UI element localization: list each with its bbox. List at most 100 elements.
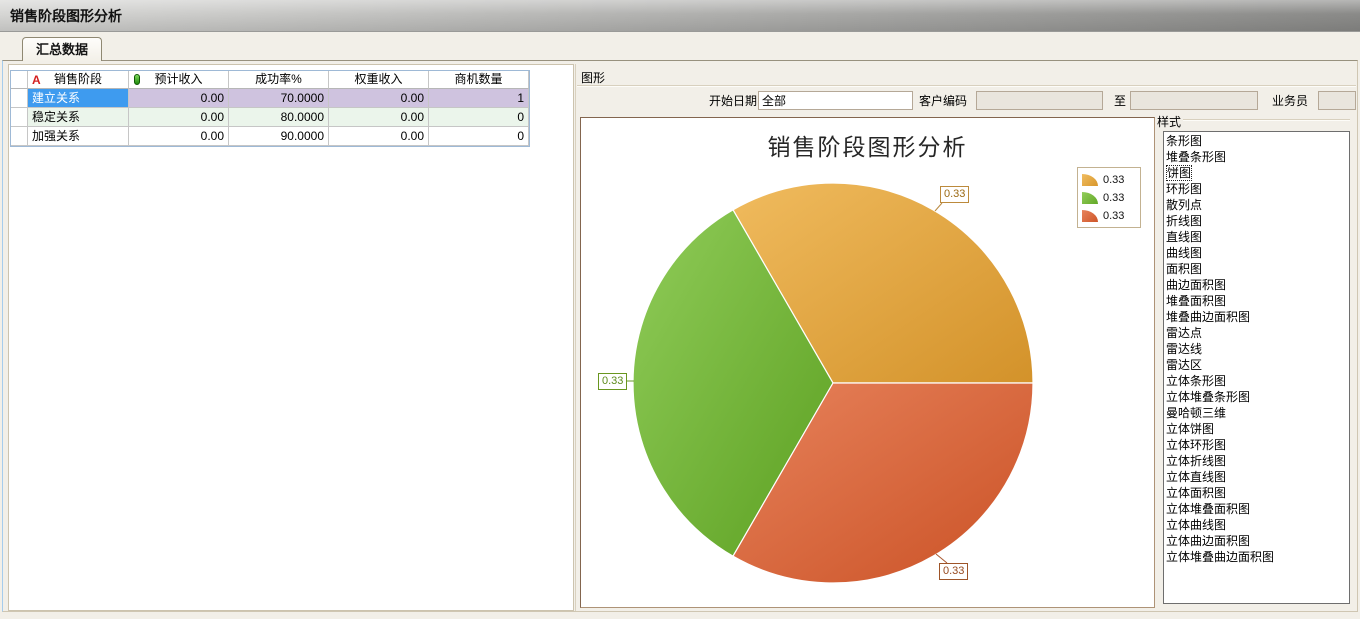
col-header-label: 销售阶段	[54, 72, 102, 86]
style-caption-divider	[1183, 119, 1350, 121]
style-item[interactable]: 立体条形图	[1164, 373, 1349, 389]
style-item[interactable]: 立体面积图	[1164, 485, 1349, 501]
salesperson-label: 业务员	[1272, 92, 1308, 110]
tab-label: 汇总数据	[36, 42, 88, 57]
legend-swatch-red-icon	[1082, 210, 1098, 222]
style-item[interactable]: 堆叠曲边面积图	[1164, 309, 1349, 325]
col-header-stage[interactable]: A 销售阶段	[28, 71, 129, 89]
label-connector	[936, 554, 947, 563]
style-item[interactable]: 堆叠条形图	[1164, 149, 1349, 165]
label-connector	[935, 203, 942, 211]
style-item-selected[interactable]: 饼图	[1164, 165, 1349, 181]
row-indicator[interactable]	[11, 127, 28, 146]
table-row[interactable]: 加强关系 0.00 90.0000 0.00 0	[11, 127, 529, 146]
cell-stage[interactable]: 加强关系	[28, 127, 129, 146]
legend-swatch-green-icon	[1082, 192, 1098, 204]
style-item[interactable]: 曼哈顿三维	[1164, 405, 1349, 421]
chart-style-listbox[interactable]: 条形图 堆叠条形图 饼图 环形图 散列点 折线图 直线图 曲线图 面积图 曲边面…	[1163, 131, 1350, 604]
cell-weighted-income[interactable]: 0.00	[329, 89, 429, 108]
style-item[interactable]: 立体环形图	[1164, 437, 1349, 453]
col-header-expected-income[interactable]: 预计收入	[129, 71, 229, 89]
col-header-label: 成功率%	[255, 72, 302, 86]
slice-value-label: 0.33	[940, 186, 969, 203]
window-title-bar: 销售阶段图形分析	[0, 0, 1360, 32]
cell-opportunity-count[interactable]: 1	[429, 89, 529, 108]
salesperson-input[interactable]	[1318, 91, 1356, 110]
cell-stage[interactable]: 稳定关系	[28, 108, 129, 127]
cell-expected-income[interactable]: 0.00	[129, 89, 229, 108]
style-item[interactable]: 条形图	[1164, 133, 1349, 149]
style-item[interactable]: 立体饼图	[1164, 421, 1349, 437]
cell-opportunity-count[interactable]: 0	[429, 108, 529, 127]
slice-value-label: 0.33	[598, 373, 627, 390]
sort-a-icon: A	[32, 72, 41, 89]
style-item[interactable]: 环形图	[1164, 181, 1349, 197]
graph-caption-divider	[577, 85, 1356, 87]
cell-weighted-income[interactable]: 0.00	[329, 127, 429, 146]
green-cylinder-icon	[134, 74, 140, 85]
cell-stage[interactable]: 建立关系	[28, 89, 129, 108]
legend-item: 0.33	[1082, 171, 1136, 189]
customer-code-input[interactable]	[976, 91, 1103, 110]
style-item[interactable]: 面积图	[1164, 261, 1349, 277]
style-item[interactable]: 雷达区	[1164, 357, 1349, 373]
row-indicator[interactable]	[11, 108, 28, 127]
style-item[interactable]: 立体堆叠面积图	[1164, 501, 1349, 517]
style-item[interactable]: 雷达线	[1164, 341, 1349, 357]
graph-panel-caption: 图形	[581, 69, 605, 86]
style-panel-caption: 样式	[1157, 113, 1181, 130]
style-item[interactable]: 立体堆叠曲边面积图	[1164, 549, 1349, 565]
col-header-label: 商机数量	[454, 72, 502, 86]
to-input[interactable]	[1130, 91, 1258, 110]
row-indicator-header	[11, 71, 28, 89]
cell-success-rate[interactable]: 90.0000	[229, 127, 329, 146]
style-item[interactable]: 曲线图	[1164, 245, 1349, 261]
style-item-label: 饼图	[1166, 165, 1192, 181]
style-item[interactable]: 雷达点	[1164, 325, 1349, 341]
col-header-success-rate[interactable]: 成功率%	[229, 71, 329, 89]
cell-success-rate[interactable]: 80.0000	[229, 108, 329, 127]
cell-success-rate[interactable]: 70.0000	[229, 89, 329, 108]
sales-stage-table: A 销售阶段 预计收入 成功率% 权重收入 商机数量 建立关系 0.00 70.…	[10, 70, 530, 147]
table-row[interactable]: 建立关系 0.00 70.0000 0.00 1	[11, 89, 529, 108]
legend-item: 0.33	[1082, 207, 1136, 225]
style-item[interactable]: 直线图	[1164, 229, 1349, 245]
slice-value-label: 0.33	[939, 563, 968, 580]
legend-label: 0.33	[1103, 210, 1124, 222]
style-item[interactable]: 曲边面积图	[1164, 277, 1349, 293]
col-header-label: 预计收入	[154, 72, 202, 86]
style-item[interactable]: 堆叠面积图	[1164, 293, 1349, 309]
table-row[interactable]: 稳定关系 0.00 80.0000 0.00 0	[11, 108, 529, 127]
chart-legend: 0.33 0.33 0.33	[1077, 167, 1141, 228]
legend-label: 0.33	[1103, 174, 1124, 186]
tab-summary-data[interactable]: 汇总数据	[22, 37, 102, 61]
row-indicator[interactable]	[11, 89, 28, 108]
style-item[interactable]: 立体折线图	[1164, 453, 1349, 469]
cell-expected-income[interactable]: 0.00	[129, 127, 229, 146]
chart-title: 销售阶段图形分析	[581, 128, 1154, 162]
customer-code-label: 客户编码	[919, 92, 967, 110]
cell-expected-income[interactable]: 0.00	[129, 108, 229, 127]
chart-area: 销售阶段图形分析 0.33 0.33 0.33 0.33 0.33 0.33	[580, 117, 1155, 608]
table-header-row: A 销售阶段 预计收入 成功率% 权重收入 商机数量	[11, 71, 529, 89]
col-header-weighted-income[interactable]: 权重收入	[329, 71, 429, 89]
style-item[interactable]: 折线图	[1164, 213, 1349, 229]
style-item[interactable]: 立体曲边面积图	[1164, 533, 1349, 549]
legend-label: 0.33	[1103, 192, 1124, 204]
panel-divider	[575, 64, 576, 611]
pie-chart	[581, 118, 1154, 607]
style-item[interactable]: 散列点	[1164, 197, 1349, 213]
legend-item: 0.33	[1082, 189, 1136, 207]
col-header-label: 权重收入	[354, 72, 402, 86]
style-item[interactable]: 立体直线图	[1164, 469, 1349, 485]
col-header-opportunity-count[interactable]: 商机数量	[429, 71, 529, 89]
cell-opportunity-count[interactable]: 0	[429, 127, 529, 146]
cell-weighted-income[interactable]: 0.00	[329, 108, 429, 127]
style-item[interactable]: 立体堆叠条形图	[1164, 389, 1349, 405]
start-date-label: 开始日期	[709, 92, 757, 110]
legend-swatch-orange-icon	[1082, 174, 1098, 186]
style-item[interactable]: 立体曲线图	[1164, 517, 1349, 533]
to-label: 至	[1114, 92, 1126, 110]
start-date-input[interactable]	[758, 91, 913, 110]
window-title: 销售阶段图形分析	[0, 0, 1360, 32]
